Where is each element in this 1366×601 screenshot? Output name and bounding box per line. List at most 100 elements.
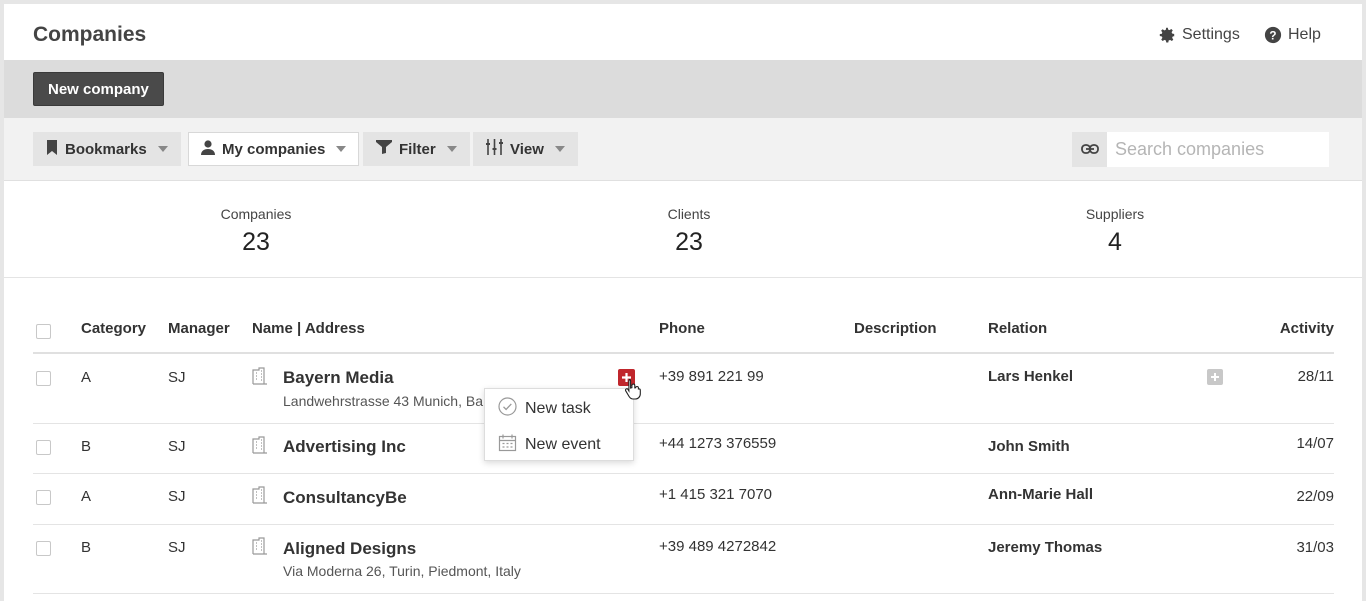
- plus-icon: [1211, 373, 1219, 381]
- view-dropdown[interactable]: View: [473, 132, 578, 166]
- company-name-link[interactable]: Advertising Inc: [283, 437, 406, 457]
- new-task-menu-item[interactable]: New task: [498, 397, 591, 421]
- table-row[interactable]: A SJ ConsultancyBe +1 415 321 7070 Ann-M…: [33, 474, 1334, 525]
- activity-cell: 14/07: [1296, 435, 1334, 452]
- chevron-down-icon: [446, 146, 457, 152]
- row-checkbox[interactable]: [36, 490, 51, 505]
- stat-companies: Companies 23: [156, 206, 356, 257]
- column-header-phone[interactable]: Phone: [659, 320, 705, 337]
- category-cell: A: [81, 369, 92, 386]
- stat-label: Companies: [220, 206, 292, 222]
- company-name-link[interactable]: ConsultancyBe: [283, 488, 407, 508]
- page-header: Companies Settings ? Help: [4, 4, 1362, 60]
- manager-cell: SJ: [168, 369, 186, 386]
- row-checkbox[interactable]: [36, 541, 51, 556]
- stats-summary: Companies 23 Clients 23 Suppliers 4: [4, 182, 1362, 278]
- row-checkbox[interactable]: [36, 371, 51, 386]
- phone-cell: +39 891 221 99: [659, 368, 764, 385]
- page-title: Companies: [33, 23, 147, 46]
- company-address: Landwehrstrasse 43 Munich, Ba: [283, 393, 483, 409]
- search-box: [1072, 132, 1329, 167]
- stat-value: 4: [1108, 228, 1122, 256]
- stat-suppliers: Suppliers 4: [1015, 206, 1215, 257]
- add-relation-button[interactable]: [1207, 369, 1223, 385]
- add-activity-menu: New task New event: [484, 388, 634, 461]
- column-header-activity[interactable]: Activity: [1280, 320, 1334, 337]
- check-circle-icon: [498, 397, 517, 421]
- table-row[interactable]: B SJ Aligned Designs Via Moderna 26, Tur…: [33, 525, 1334, 594]
- activity-cell: 28/11: [1297, 368, 1334, 385]
- column-header-relation[interactable]: Relation: [988, 320, 1047, 337]
- company-name-link[interactable]: Aligned Designs: [283, 539, 416, 559]
- user-icon: [201, 139, 215, 159]
- view-label: View: [510, 140, 544, 158]
- stat-value: 23: [675, 228, 703, 256]
- category-cell: B: [81, 539, 92, 556]
- app-window: Companies Settings ? Help New company Bo…: [4, 4, 1362, 601]
- table-row[interactable]: B SJ Advertising Inc +44 1273 376559 Joh…: [33, 424, 1334, 474]
- gear-icon: [1158, 26, 1176, 44]
- action-bar: New company: [4, 60, 1362, 118]
- link-icon: [1080, 141, 1099, 159]
- help-link[interactable]: ? Help: [1264, 26, 1321, 44]
- help-icon: ?: [1264, 26, 1282, 44]
- column-header-category[interactable]: Category: [81, 320, 146, 337]
- activity-cell: 31/03: [1296, 539, 1334, 556]
- chevron-down-icon: [336, 146, 347, 152]
- phone-cell: +39 489 4272842: [659, 538, 777, 555]
- settings-link[interactable]: Settings: [1158, 26, 1240, 44]
- select-all-checkbox[interactable]: [36, 324, 51, 339]
- building-icon: [252, 436, 268, 459]
- manager-cell: SJ: [168, 539, 186, 556]
- filter-label: Filter: [399, 140, 436, 158]
- manager-cell: SJ: [168, 438, 186, 455]
- my-companies-dropdown[interactable]: My companies: [188, 132, 360, 166]
- building-icon: [252, 486, 268, 509]
- hand-cursor-icon: [624, 378, 642, 405]
- category-cell: A: [81, 488, 92, 505]
- bookmark-icon: [46, 139, 58, 159]
- table-header: Category Manager Name | Address Phone De…: [33, 314, 1334, 354]
- my-companies-label: My companies: [222, 140, 326, 158]
- relation-cell[interactable]: Jeremy Thomas: [988, 539, 1102, 556]
- activity-cell: 22/09: [1296, 488, 1334, 505]
- stat-clients: Clients 23: [589, 206, 789, 257]
- new-event-menu-item[interactable]: New event: [498, 433, 601, 457]
- link-button[interactable]: [1072, 132, 1107, 167]
- new-task-label: New task: [525, 400, 591, 417]
- column-header-name-address[interactable]: Name | Address: [252, 320, 365, 337]
- phone-cell: +44 1273 376559: [659, 435, 777, 452]
- filter-icon: [376, 140, 392, 158]
- new-company-button[interactable]: New company: [33, 72, 164, 106]
- building-icon: [252, 367, 268, 390]
- company-address: Via Moderna 26, Turin, Piedmont, Italy: [283, 563, 521, 579]
- stat-label: Clients: [667, 206, 711, 222]
- relation-cell[interactable]: Lars Henkel: [988, 368, 1073, 385]
- manager-cell: SJ: [168, 488, 186, 505]
- category-cell: B: [81, 438, 92, 455]
- search-input[interactable]: [1107, 132, 1329, 167]
- filter-toolbar: Bookmarks My companies Filter View: [4, 118, 1362, 181]
- sliders-icon: [486, 139, 503, 159]
- calendar-icon: [498, 434, 517, 457]
- relation-cell[interactable]: Ann-Marie Hall: [988, 486, 1093, 503]
- svg-text:?: ?: [1269, 30, 1276, 43]
- new-event-label: New event: [525, 436, 601, 453]
- stat-value: 23: [242, 228, 270, 256]
- settings-label: Settings: [1182, 26, 1240, 43]
- chevron-down-icon: [157, 146, 168, 152]
- column-header-description[interactable]: Description: [854, 320, 937, 337]
- phone-cell: +1 415 321 7070: [659, 486, 773, 503]
- help-label: Help: [1288, 26, 1321, 43]
- filter-dropdown[interactable]: Filter: [363, 132, 470, 166]
- company-name-link[interactable]: Bayern Media: [283, 368, 394, 388]
- table-row[interactable]: A SJ Bayern Media Landwehrstrasse 43 Mun…: [33, 354, 1334, 424]
- bookmarks-dropdown[interactable]: Bookmarks: [33, 132, 181, 166]
- building-icon: [252, 537, 268, 560]
- bookmarks-label: Bookmarks: [65, 140, 147, 158]
- row-checkbox[interactable]: [36, 440, 51, 455]
- relation-cell[interactable]: John Smith: [988, 438, 1070, 455]
- column-header-manager[interactable]: Manager: [168, 320, 230, 337]
- stat-label: Suppliers: [1085, 206, 1145, 222]
- chevron-down-icon: [554, 146, 565, 152]
